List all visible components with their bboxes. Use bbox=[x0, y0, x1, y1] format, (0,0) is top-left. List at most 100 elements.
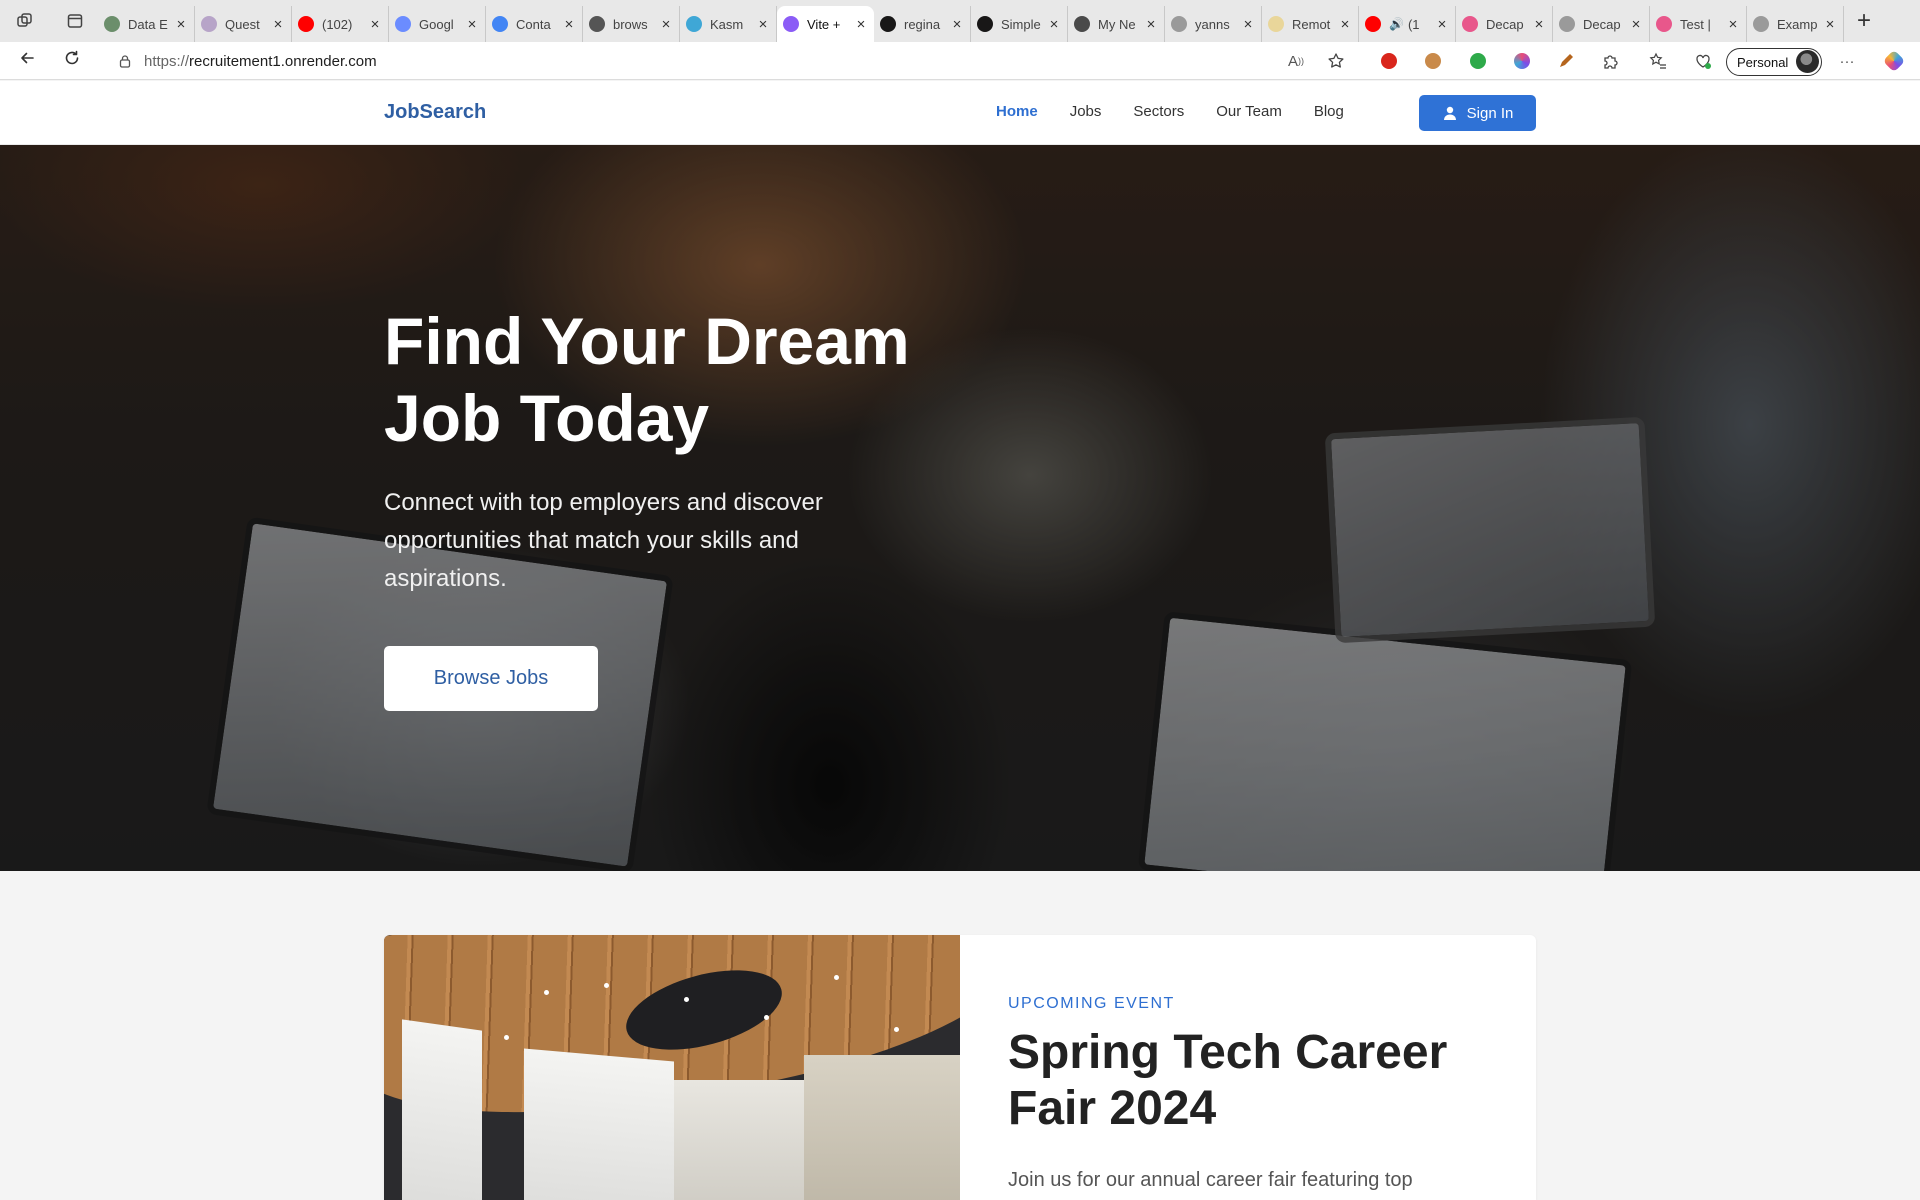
extension-red-icon[interactable] bbox=[1379, 51, 1399, 71]
tab-actions-icon[interactable] bbox=[60, 6, 90, 36]
event-eyebrow: UPCOMING EVENT bbox=[1008, 995, 1175, 1012]
nav-link-home[interactable]: Home bbox=[996, 103, 1038, 120]
browser-tab[interactable]: Simple × bbox=[971, 6, 1068, 42]
browse-jobs-button[interactable]: Browse Jobs bbox=[384, 646, 598, 711]
green-circle-icon bbox=[104, 16, 120, 32]
tab-label: Quest bbox=[225, 16, 260, 32]
vite-icon bbox=[783, 16, 799, 32]
extension-color-icon[interactable] bbox=[1512, 51, 1532, 71]
sign-in-button[interactable]: Sign In bbox=[1419, 95, 1536, 131]
close-tab-icon[interactable]: × bbox=[1726, 16, 1740, 33]
close-tab-icon[interactable]: × bbox=[659, 16, 673, 33]
browser-tab[interactable]: Decap × bbox=[1456, 6, 1553, 42]
close-tab-icon[interactable]: × bbox=[1435, 16, 1449, 33]
tab-label: regina bbox=[904, 16, 941, 32]
nav-link-jobs[interactable]: Jobs bbox=[1070, 103, 1102, 120]
decap-icon bbox=[1462, 16, 1478, 32]
close-tab-icon[interactable]: × bbox=[756, 16, 770, 33]
browser-tab[interactable]: Examp × bbox=[1747, 6, 1844, 42]
audio-playing-icon[interactable]: 🔊 bbox=[1389, 17, 1404, 31]
browser-use-icon bbox=[589, 16, 605, 32]
tab-label: Remot bbox=[1292, 16, 1331, 32]
close-tab-icon[interactable]: × bbox=[1338, 16, 1352, 33]
brand-logo[interactable]: JobSearch bbox=[384, 101, 486, 124]
dark-circle-icon bbox=[1074, 16, 1090, 32]
new-tab-button[interactable]: + bbox=[1850, 8, 1878, 36]
url-field[interactable]: https://recruitement1.onrender.com bbox=[100, 46, 1350, 76]
browser-tab[interactable]: (102) × bbox=[292, 6, 389, 42]
decap-icon bbox=[1656, 16, 1672, 32]
browser-tab-bar: Data E × Quest × (102) × Googl × Conta × brows × Kas… bbox=[0, 0, 1920, 42]
nav-link-sectors[interactable]: Sectors bbox=[1133, 103, 1184, 120]
browser-tab[interactable]: My Ne × bbox=[1068, 6, 1165, 42]
extension-cookie-icon[interactable] bbox=[1423, 51, 1443, 71]
profile-label: Personal bbox=[1737, 54, 1789, 70]
tab-label: yanns bbox=[1195, 16, 1230, 32]
close-tab-icon[interactable]: × bbox=[465, 16, 479, 33]
tab-label: My Ne bbox=[1098, 16, 1136, 32]
close-tab-icon[interactable]: × bbox=[1047, 16, 1061, 33]
tab-label: (1 bbox=[1407, 16, 1420, 32]
browser-tab[interactable]: Data E × bbox=[98, 6, 195, 42]
browser-tab[interactable]: Googl × bbox=[389, 6, 486, 42]
tab-label: (102) bbox=[322, 16, 353, 32]
reload-button[interactable] bbox=[58, 48, 86, 76]
tab-label: Decap bbox=[1583, 16, 1621, 32]
tab-label: Kasm bbox=[710, 16, 744, 32]
copilot-icon[interactable] bbox=[1882, 49, 1906, 73]
nav-link-blog[interactable]: Blog bbox=[1314, 103, 1344, 120]
browser-tab[interactable]: regina × bbox=[874, 6, 971, 42]
extension-pen-icon[interactable] bbox=[1556, 51, 1576, 71]
tab-label: Vite + bbox=[807, 16, 841, 32]
back-arrow-icon bbox=[21, 52, 34, 64]
close-tab-icon[interactable]: × bbox=[950, 16, 964, 33]
close-tab-icon[interactable]: × bbox=[1629, 16, 1643, 33]
close-tab-icon[interactable]: × bbox=[1823, 16, 1837, 33]
close-tab-icon[interactable]: × bbox=[854, 16, 868, 33]
github-icon bbox=[880, 16, 896, 32]
event-card: UPCOMING EVENT Spring Tech Career Fair 2… bbox=[384, 935, 1536, 1200]
tab-strip: Data E × Quest × (102) × Googl × Conta × brows × Kas… bbox=[98, 6, 1844, 42]
close-tab-icon[interactable]: × bbox=[1532, 16, 1546, 33]
sign-in-label: Sign In bbox=[1466, 104, 1514, 122]
workspaces-icon[interactable] bbox=[10, 6, 40, 36]
browser-tab[interactable]: Conta × bbox=[486, 6, 583, 42]
url-text: https://recruitement1.onrender.com bbox=[144, 52, 377, 70]
page-icon bbox=[1171, 16, 1187, 32]
profile-button[interactable]: Personal bbox=[1726, 48, 1822, 76]
browser-tab[interactable]: Decap × bbox=[1553, 6, 1650, 42]
close-tab-icon[interactable]: × bbox=[1241, 16, 1255, 33]
browser-tab[interactable]: Test | × bbox=[1650, 6, 1747, 42]
browser-tab[interactable]: Remot × bbox=[1262, 6, 1359, 42]
extensions-puzzle-icon[interactable] bbox=[1600, 51, 1620, 71]
favorites-list-icon[interactable] bbox=[1648, 51, 1668, 71]
browser-tab[interactable]: yanns × bbox=[1165, 6, 1262, 42]
browser-tab[interactable]: Kasm × bbox=[680, 6, 777, 42]
event-description: Join us for our annual career fair featu… bbox=[1008, 1169, 1413, 1191]
browser-tab[interactable]: brows × bbox=[583, 6, 680, 42]
user-icon bbox=[1443, 106, 1456, 120]
close-tab-icon[interactable]: × bbox=[368, 16, 382, 33]
github-icon bbox=[977, 16, 993, 32]
back-button[interactable] bbox=[13, 48, 41, 76]
close-tab-icon[interactable]: × bbox=[174, 16, 188, 33]
read-aloud-icon[interactable]: A)) bbox=[1286, 51, 1306, 71]
browser-tab[interactable]: Vite + × bbox=[777, 6, 874, 42]
browser-tab[interactable]: 🔊 (1 × bbox=[1359, 6, 1456, 42]
browser-tab[interactable]: Quest × bbox=[195, 6, 292, 42]
more-options-icon[interactable]: ··· bbox=[1837, 51, 1857, 71]
extension-green-icon[interactable] bbox=[1468, 51, 1488, 71]
youtube-icon bbox=[1365, 16, 1381, 32]
page-icon bbox=[1753, 16, 1769, 32]
address-toolbar: https://recruitement1.onrender.com A)) P… bbox=[0, 42, 1920, 80]
close-tab-icon[interactable]: × bbox=[271, 16, 285, 33]
favorite-star-icon[interactable] bbox=[1326, 51, 1346, 71]
hero-overlay bbox=[0, 145, 1920, 871]
tab-label: Conta bbox=[516, 16, 551, 32]
browser-essentials-icon[interactable] bbox=[1693, 51, 1713, 71]
lock-icon[interactable] bbox=[118, 54, 132, 68]
nav-link-our-team[interactable]: Our Team bbox=[1216, 103, 1282, 120]
close-tab-icon[interactable]: × bbox=[1144, 16, 1158, 33]
hero-title: Find Your Dream Job Today bbox=[384, 304, 910, 455]
close-tab-icon[interactable]: × bbox=[562, 16, 576, 33]
